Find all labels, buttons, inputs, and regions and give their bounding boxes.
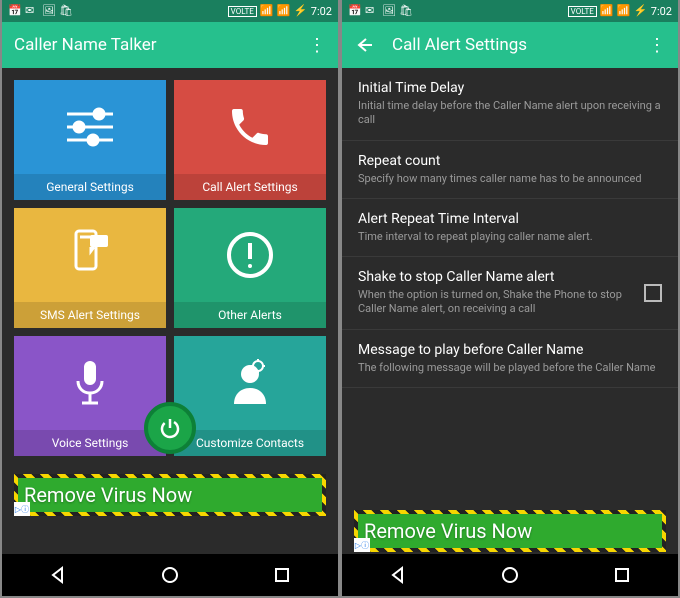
ad-banner[interactable]: ▷ⓘ Remove Virus Now xyxy=(14,474,326,516)
ad-badge-icon: ▷ⓘ xyxy=(354,538,370,552)
phone-icon xyxy=(174,80,326,174)
signal-icon: 📶 xyxy=(617,4,631,18)
mail-icon: ✉ xyxy=(25,4,39,18)
signal-icon: 📶 xyxy=(277,4,291,18)
sliders-icon xyxy=(14,80,166,174)
volte-label: VOLTE xyxy=(568,6,597,17)
back-nav-icon[interactable] xyxy=(46,563,70,587)
home-nav-icon[interactable] xyxy=(158,563,182,587)
tile-customize-contacts[interactable]: Customize Contacts xyxy=(174,336,326,456)
calendar-icon: 📅 xyxy=(8,4,22,18)
tile-other-alerts[interactable]: Other Alerts xyxy=(174,208,326,328)
phone-sms-icon xyxy=(14,208,166,302)
setting-shake-to-stop[interactable]: Shake to stop Caller Name alert When the… xyxy=(342,257,678,330)
shop-icon: 🛍 xyxy=(399,4,413,18)
setting-initial-time-delay[interactable]: Initial Time Delay Initial time delay be… xyxy=(342,68,678,141)
app-bar: Call Alert Settings ⋮ xyxy=(342,22,678,68)
back-nav-icon[interactable] xyxy=(386,563,410,587)
calendar-icon: 📅 xyxy=(348,4,362,18)
tile-voice-settings[interactable]: Voice Settings xyxy=(14,336,166,456)
setting-sub: Specify how many times caller name has t… xyxy=(358,172,662,186)
setting-alert-repeat-interval[interactable]: Alert Repeat Time Interval Time interval… xyxy=(342,199,678,257)
tile-label: Other Alerts xyxy=(174,302,326,328)
setting-title: Repeat count xyxy=(358,153,662,169)
clock: 7:02 xyxy=(651,5,672,18)
setting-sub: Time interval to repeat playing caller n… xyxy=(358,230,662,244)
nav-bar xyxy=(342,554,678,596)
app-bar: Caller Name Talker ⋮ xyxy=(2,22,338,68)
setting-sub: Initial time delay before the Caller Nam… xyxy=(358,99,662,128)
tile-call-alert-settings[interactable]: Call Alert Settings xyxy=(174,80,326,200)
mail-icon: ✉ xyxy=(365,4,379,18)
setting-sub: The following message will be played bef… xyxy=(358,361,662,375)
setting-title: Shake to stop Caller Name alert xyxy=(358,269,634,285)
setting-message-before-name[interactable]: Message to play before Caller Name The f… xyxy=(342,330,678,388)
status-bar: 📅 ✉ 🖼 🛍 VOLTE 📶 📶 ⚡ 7:02 xyxy=(2,0,338,22)
ad-banner[interactable]: ▷ⓘ Remove Virus Now xyxy=(354,510,666,552)
ad-badge-icon: ▷ⓘ xyxy=(14,502,30,516)
setting-title: Message to play before Caller Name xyxy=(358,342,662,358)
app-title: Call Alert Settings xyxy=(392,35,648,55)
shop-icon: 🛍 xyxy=(59,4,73,18)
phone-left: 📅 ✉ 🖼 🛍 VOLTE 📶 📶 ⚡ 7:02 Caller Name Tal… xyxy=(2,0,338,596)
power-fab[interactable] xyxy=(144,402,196,454)
setting-repeat-count[interactable]: Repeat count Specify how many times call… xyxy=(342,141,678,199)
volte-label: VOLTE xyxy=(228,6,257,17)
back-arrow-icon[interactable] xyxy=(354,35,374,55)
battery-icon: ⚡ xyxy=(294,4,308,18)
overflow-menu-icon[interactable]: ⋮ xyxy=(308,35,326,56)
setting-title: Alert Repeat Time Interval xyxy=(358,211,662,227)
overflow-menu-icon[interactable]: ⋮ xyxy=(648,35,666,56)
main-content: General Settings Call Alert Settings SMS… xyxy=(2,68,338,554)
tile-label: SMS Alert Settings xyxy=(14,302,166,328)
tile-general-settings[interactable]: General Settings xyxy=(14,80,166,200)
clock: 7:02 xyxy=(311,5,332,18)
checkbox[interactable] xyxy=(644,284,662,302)
recents-nav-icon[interactable] xyxy=(610,563,634,587)
wifi-icon: 📶 xyxy=(260,4,274,18)
image-icon: 🖼 xyxy=(382,4,396,18)
tile-label: Call Alert Settings xyxy=(174,174,326,200)
alert-icon xyxy=(174,208,326,302)
mic-icon xyxy=(14,336,166,430)
tile-label: Customize Contacts xyxy=(174,430,326,456)
app-title: Caller Name Talker xyxy=(14,35,308,55)
battery-icon: ⚡ xyxy=(634,4,648,18)
wifi-icon: 📶 xyxy=(600,4,614,18)
tile-sms-alert-settings[interactable]: SMS Alert Settings xyxy=(14,208,166,328)
phone-right: 📅 ✉ 🖼 🛍 VOLTE 📶 📶 ⚡ 7:02 Call Alert Sett… xyxy=(342,0,678,596)
person-gear-icon xyxy=(174,336,326,430)
settings-list: Initial Time Delay Initial time delay be… xyxy=(342,68,678,554)
nav-bar xyxy=(2,554,338,596)
tile-label: General Settings xyxy=(14,174,166,200)
status-bar: 📅 ✉ 🖼 🛍 VOLTE 📶 📶 ⚡ 7:02 xyxy=(342,0,678,22)
ad-text: Remove Virus Now xyxy=(364,519,532,543)
setting-title: Initial Time Delay xyxy=(358,80,662,96)
home-nav-icon[interactable] xyxy=(498,563,522,587)
image-icon: 🖼 xyxy=(42,4,56,18)
ad-text: Remove Virus Now xyxy=(24,483,192,507)
setting-sub: When the option is turned on, Shake the … xyxy=(358,288,634,317)
tile-label: Voice Settings xyxy=(14,430,166,456)
recents-nav-icon[interactable] xyxy=(270,563,294,587)
